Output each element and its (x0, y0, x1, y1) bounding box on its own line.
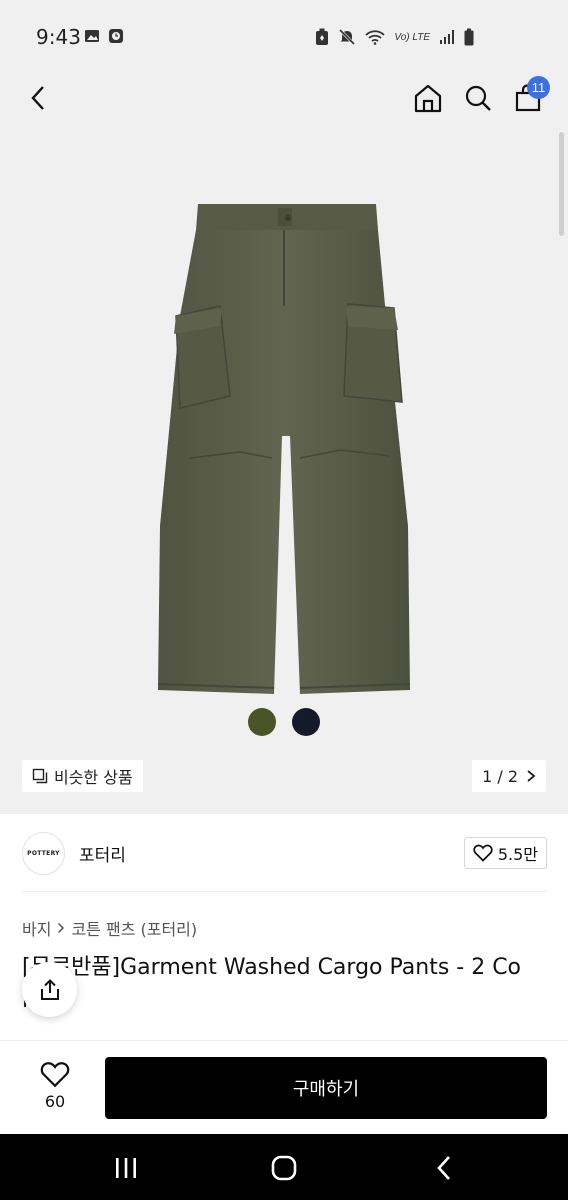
share-button[interactable] (22, 962, 77, 1017)
scrollbar[interactable] (559, 132, 564, 236)
breadcrumb-category[interactable]: 바지 (22, 916, 51, 940)
similar-icon (32, 768, 48, 784)
status-bar: 9:43 Vo) LTE (0, 0, 568, 72)
chevron-right-icon (527, 770, 536, 782)
swatch-olive[interactable] (248, 708, 276, 736)
home-nav-button[interactable] (264, 1152, 304, 1184)
divider (22, 891, 547, 892)
heart-icon (40, 1062, 70, 1088)
cart-button[interactable]: 11 (508, 76, 550, 118)
recent-apps-icon (116, 1158, 136, 1178)
heart-icon (473, 844, 493, 862)
buy-button[interactable]: 구매하기 (105, 1057, 547, 1119)
mute-icon (339, 28, 356, 46)
back-nav-button[interactable] (424, 1152, 464, 1184)
volte-icon: Vo) LTE (394, 31, 430, 43)
search-icon (465, 85, 491, 111)
back-icon (31, 86, 44, 110)
similar-products-button[interactable]: 비슷한 상품 (22, 760, 143, 792)
color-swatches (0, 708, 568, 736)
clock-app-icon (109, 29, 123, 43)
share-icon (40, 978, 59, 1000)
home-nav-icon (271, 1155, 297, 1181)
wishlist-button[interactable]: 60 (30, 1061, 80, 1111)
status-time: 9:43 (36, 25, 81, 49)
product-image (157, 204, 411, 694)
battery-saver-icon (316, 28, 329, 45)
image-pager[interactable]: 1 / 2 (472, 760, 546, 792)
brand-like-button[interactable]: 5.5만 (463, 837, 547, 869)
brand-row: POTTERY 포터리 5.5만 (22, 830, 547, 876)
brand-name[interactable]: 포터리 (79, 841, 126, 866)
home-icon (414, 84, 442, 113)
chevron-right-icon (58, 922, 65, 934)
brand-like-count: 5.5만 (497, 845, 538, 864)
system-nav-bar (0, 1134, 568, 1200)
back-button[interactable] (18, 78, 58, 118)
brand-logo[interactable]: POTTERY (22, 831, 65, 875)
signal-icon (440, 30, 454, 44)
recent-apps-button[interactable] (106, 1152, 146, 1184)
product-title: [무료반품]Garment Washed Cargo Pants - 2 Co (22, 955, 522, 980)
breadcrumb-subcategory[interactable]: 코튼 팬츠 (포터리) (71, 916, 197, 940)
breadcrumb: 바지 코튼 팬츠 (포터리) (22, 916, 197, 940)
swatch-navy[interactable] (292, 708, 320, 736)
search-button[interactable] (458, 78, 498, 118)
similar-products-label: 비슷한 상품 (54, 768, 133, 787)
purchase-bar: 60 구매하기 (0, 1040, 568, 1134)
cart-count-badge: 11 (527, 76, 550, 99)
app-header: 11 (0, 72, 568, 236)
page-indicator: 1 / 2 (482, 766, 518, 786)
back-nav-icon (437, 1156, 450, 1180)
battery-icon (464, 28, 474, 46)
home-button[interactable] (408, 78, 448, 118)
wifi-icon (365, 30, 386, 45)
image-icon (85, 30, 99, 42)
wishlist-count: 60 (44, 1092, 66, 1111)
